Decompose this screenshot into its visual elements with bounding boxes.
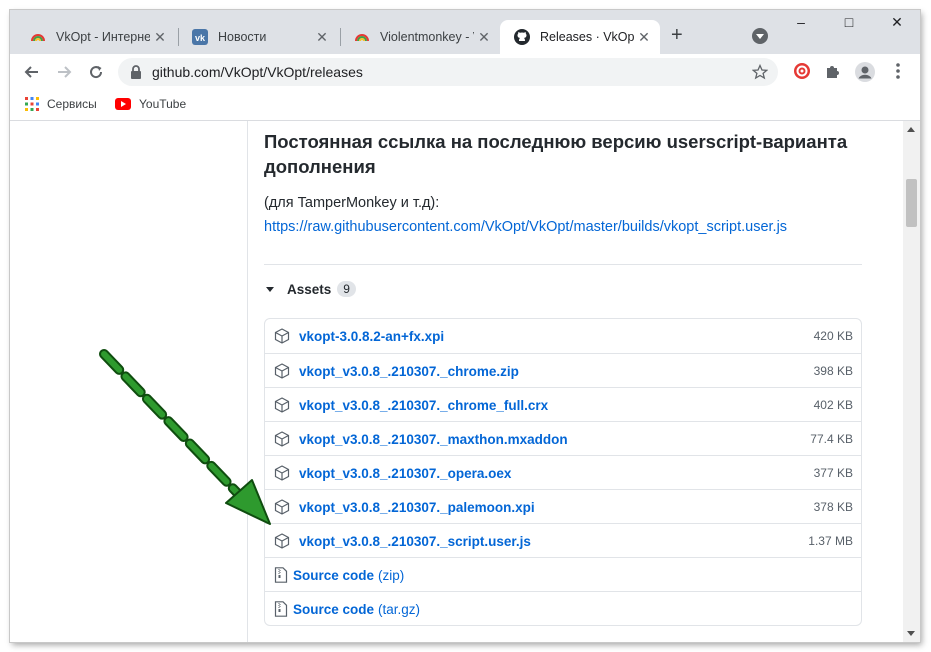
asset-size: 377 KB bbox=[813, 466, 853, 480]
tab-news[interactable]: vk Новости ✕ bbox=[178, 20, 338, 54]
asset-name[interactable]: vkopt_v3.0.8_.210307._script.user.js bbox=[299, 534, 808, 549]
asset-row[interactable]: vkopt_v3.0.8_.210307._palemoon.xpi 378 K… bbox=[265, 489, 861, 524]
package-icon bbox=[274, 465, 290, 481]
caret-down-icon bbox=[266, 286, 274, 292]
new-tab-plus-icon[interactable]: + bbox=[671, 24, 683, 47]
asset-name[interactable]: vkopt_v3.0.8_.210307._chrome_full.crx bbox=[299, 398, 814, 413]
asset-row[interactable]: vkopt-3.0.8.2-an+fx.xpi 420 KB bbox=[265, 319, 861, 353]
asset-row[interactable]: vkopt_v3.0.8_.210307._opera.oex 377 KB bbox=[265, 455, 861, 490]
url-text[interactable]: github.com/VkOpt/VkOpt/releases bbox=[152, 64, 752, 80]
asset-size: 77.4 KB bbox=[810, 432, 853, 446]
scroll-up-arrow-icon[interactable] bbox=[907, 127, 915, 132]
scroll-thumb[interactable] bbox=[906, 179, 917, 227]
address-bar[interactable]: github.com/VkOpt/VkOpt/releases bbox=[118, 58, 778, 86]
file-zip-icon bbox=[274, 567, 288, 583]
apps-grid-icon bbox=[25, 97, 39, 111]
extensions-puzzle-icon[interactable] bbox=[824, 62, 842, 80]
asset-name[interactable]: vkopt_v3.0.8_.210307._chrome.zip bbox=[299, 364, 814, 379]
minimize-icon[interactable]: – bbox=[786, 14, 816, 30]
asset-name[interactable]: vkopt_v3.0.8_.210307._opera.oex bbox=[299, 466, 814, 481]
source-row[interactable]: Source code (tar.gz) bbox=[265, 591, 861, 626]
profile-avatar-icon[interactable] bbox=[855, 62, 875, 82]
bookmark-youtube[interactable]: YouTube bbox=[115, 97, 186, 111]
bookmark-star-icon[interactable] bbox=[752, 64, 768, 80]
rainbow-icon bbox=[355, 34, 369, 42]
asset-size: 420 KB bbox=[813, 329, 853, 343]
tab-close-icon[interactable]: ✕ bbox=[312, 29, 332, 46]
github-icon bbox=[514, 29, 530, 45]
browser-toolbar: github.com/VkOpt/VkOpt/releases bbox=[10, 54, 920, 90]
tab-title: Violentmonkey - V bbox=[380, 30, 474, 44]
source-format[interactable]: (zip) bbox=[378, 568, 404, 583]
source-row[interactable]: Source code (zip) bbox=[265, 557, 861, 592]
tab-close-icon[interactable]: ✕ bbox=[474, 29, 494, 46]
package-icon bbox=[274, 533, 290, 549]
tab-title: Новости bbox=[218, 30, 267, 44]
assets-list: vkopt-3.0.8.2-an+fx.xpi 420 KB vkopt_v3.… bbox=[264, 318, 862, 626]
source-label[interactable]: Source code bbox=[293, 568, 374, 583]
forward-arrow-icon[interactable] bbox=[52, 60, 76, 84]
release-note: (для TamperMonkey и т.д): bbox=[264, 195, 440, 211]
rainbow-icon bbox=[31, 34, 45, 42]
youtube-icon bbox=[115, 98, 131, 110]
source-label[interactable]: Source code bbox=[293, 602, 374, 617]
package-icon bbox=[274, 363, 290, 379]
asset-name[interactable]: vkopt-3.0.8.2-an+fx.xpi bbox=[299, 329, 814, 344]
tab-vkopt[interactable]: VkOpt - Интернет ✕ bbox=[16, 20, 176, 54]
tab-title: VkOpt - Интернет bbox=[56, 30, 150, 44]
bookmarks-bar: Сервисы YouTube bbox=[10, 90, 920, 121]
package-icon bbox=[274, 328, 290, 344]
bookmark-label: YouTube bbox=[139, 97, 187, 111]
lock-icon[interactable] bbox=[130, 65, 142, 79]
assets-toggle[interactable]: Assets 9 bbox=[266, 281, 356, 297]
tab-releases[interactable]: Releases · VkOpt/V ✕ bbox=[500, 20, 660, 54]
browser-window: VkOpt - Интернет ✕ vk Новости ✕ Violentm… bbox=[10, 10, 920, 642]
tab-close-icon[interactable]: ✕ bbox=[150, 29, 170, 46]
asset-row[interactable]: vkopt_v3.0.8_.210307._chrome.zip 398 KB bbox=[265, 353, 861, 388]
vk-icon: vk bbox=[192, 29, 208, 45]
asset-size: 402 KB bbox=[813, 398, 853, 412]
asset-size: 378 KB bbox=[813, 500, 853, 514]
asset-name[interactable]: vkopt_v3.0.8_.210307._maxthon.mxaddon bbox=[299, 432, 810, 447]
tab-violentmonkey[interactable]: Violentmonkey - V ✕ bbox=[340, 20, 500, 54]
scroll-down-arrow-icon[interactable] bbox=[907, 631, 915, 636]
asset-size: 398 KB bbox=[813, 364, 853, 378]
asset-row[interactable]: vkopt_v3.0.8_.210307._maxthon.mxaddon 77… bbox=[265, 421, 861, 456]
bookmark-label: Сервисы bbox=[47, 97, 97, 111]
svg-text:vk: vk bbox=[195, 33, 206, 43]
target-extension-icon[interactable] bbox=[793, 62, 811, 80]
window-close-icon[interactable]: ✕ bbox=[882, 14, 912, 31]
page-content: Постоянная ссылка на последнюю версию us… bbox=[10, 121, 903, 642]
package-icon bbox=[274, 397, 290, 413]
tab-title: Releases · VkOpt/V bbox=[540, 30, 634, 44]
asset-row[interactable]: vkopt_v3.0.8_.210307._script.user.js 1.3… bbox=[265, 523, 861, 558]
tab-close-icon[interactable]: ✕ bbox=[634, 29, 654, 46]
tab-strip: VkOpt - Интернет ✕ vk Новости ✕ Violentm… bbox=[10, 10, 920, 54]
file-zip-icon bbox=[274, 601, 288, 617]
menu-kebab-icon[interactable] bbox=[890, 62, 906, 80]
assets-label: Assets bbox=[287, 281, 332, 297]
vertical-scrollbar[interactable] bbox=[903, 121, 920, 642]
asset-size: 1.37 MB bbox=[808, 534, 853, 548]
asset-name[interactable]: vkopt_v3.0.8_.210307._palemoon.xpi bbox=[299, 500, 814, 515]
reload-icon[interactable] bbox=[84, 60, 108, 84]
asset-row[interactable]: vkopt_v3.0.8_.210307._chrome_full.crx 40… bbox=[265, 387, 861, 422]
divider bbox=[264, 264, 862, 265]
column-divider bbox=[247, 121, 248, 642]
package-icon bbox=[274, 431, 290, 447]
package-icon bbox=[274, 499, 290, 515]
bookmark-services[interactable]: Сервисы bbox=[25, 97, 97, 111]
back-arrow-icon[interactable] bbox=[20, 60, 44, 84]
release-heading: Постоянная ссылка на последнюю версию us… bbox=[264, 131, 848, 177]
tab-search-dropdown-icon[interactable] bbox=[752, 28, 768, 44]
userscript-link[interactable]: https://raw.githubusercontent.com/VkOpt/… bbox=[264, 219, 787, 235]
source-format[interactable]: (tar.gz) bbox=[378, 602, 420, 617]
maximize-icon[interactable]: □ bbox=[834, 14, 864, 30]
assets-count-badge: 9 bbox=[337, 281, 356, 297]
